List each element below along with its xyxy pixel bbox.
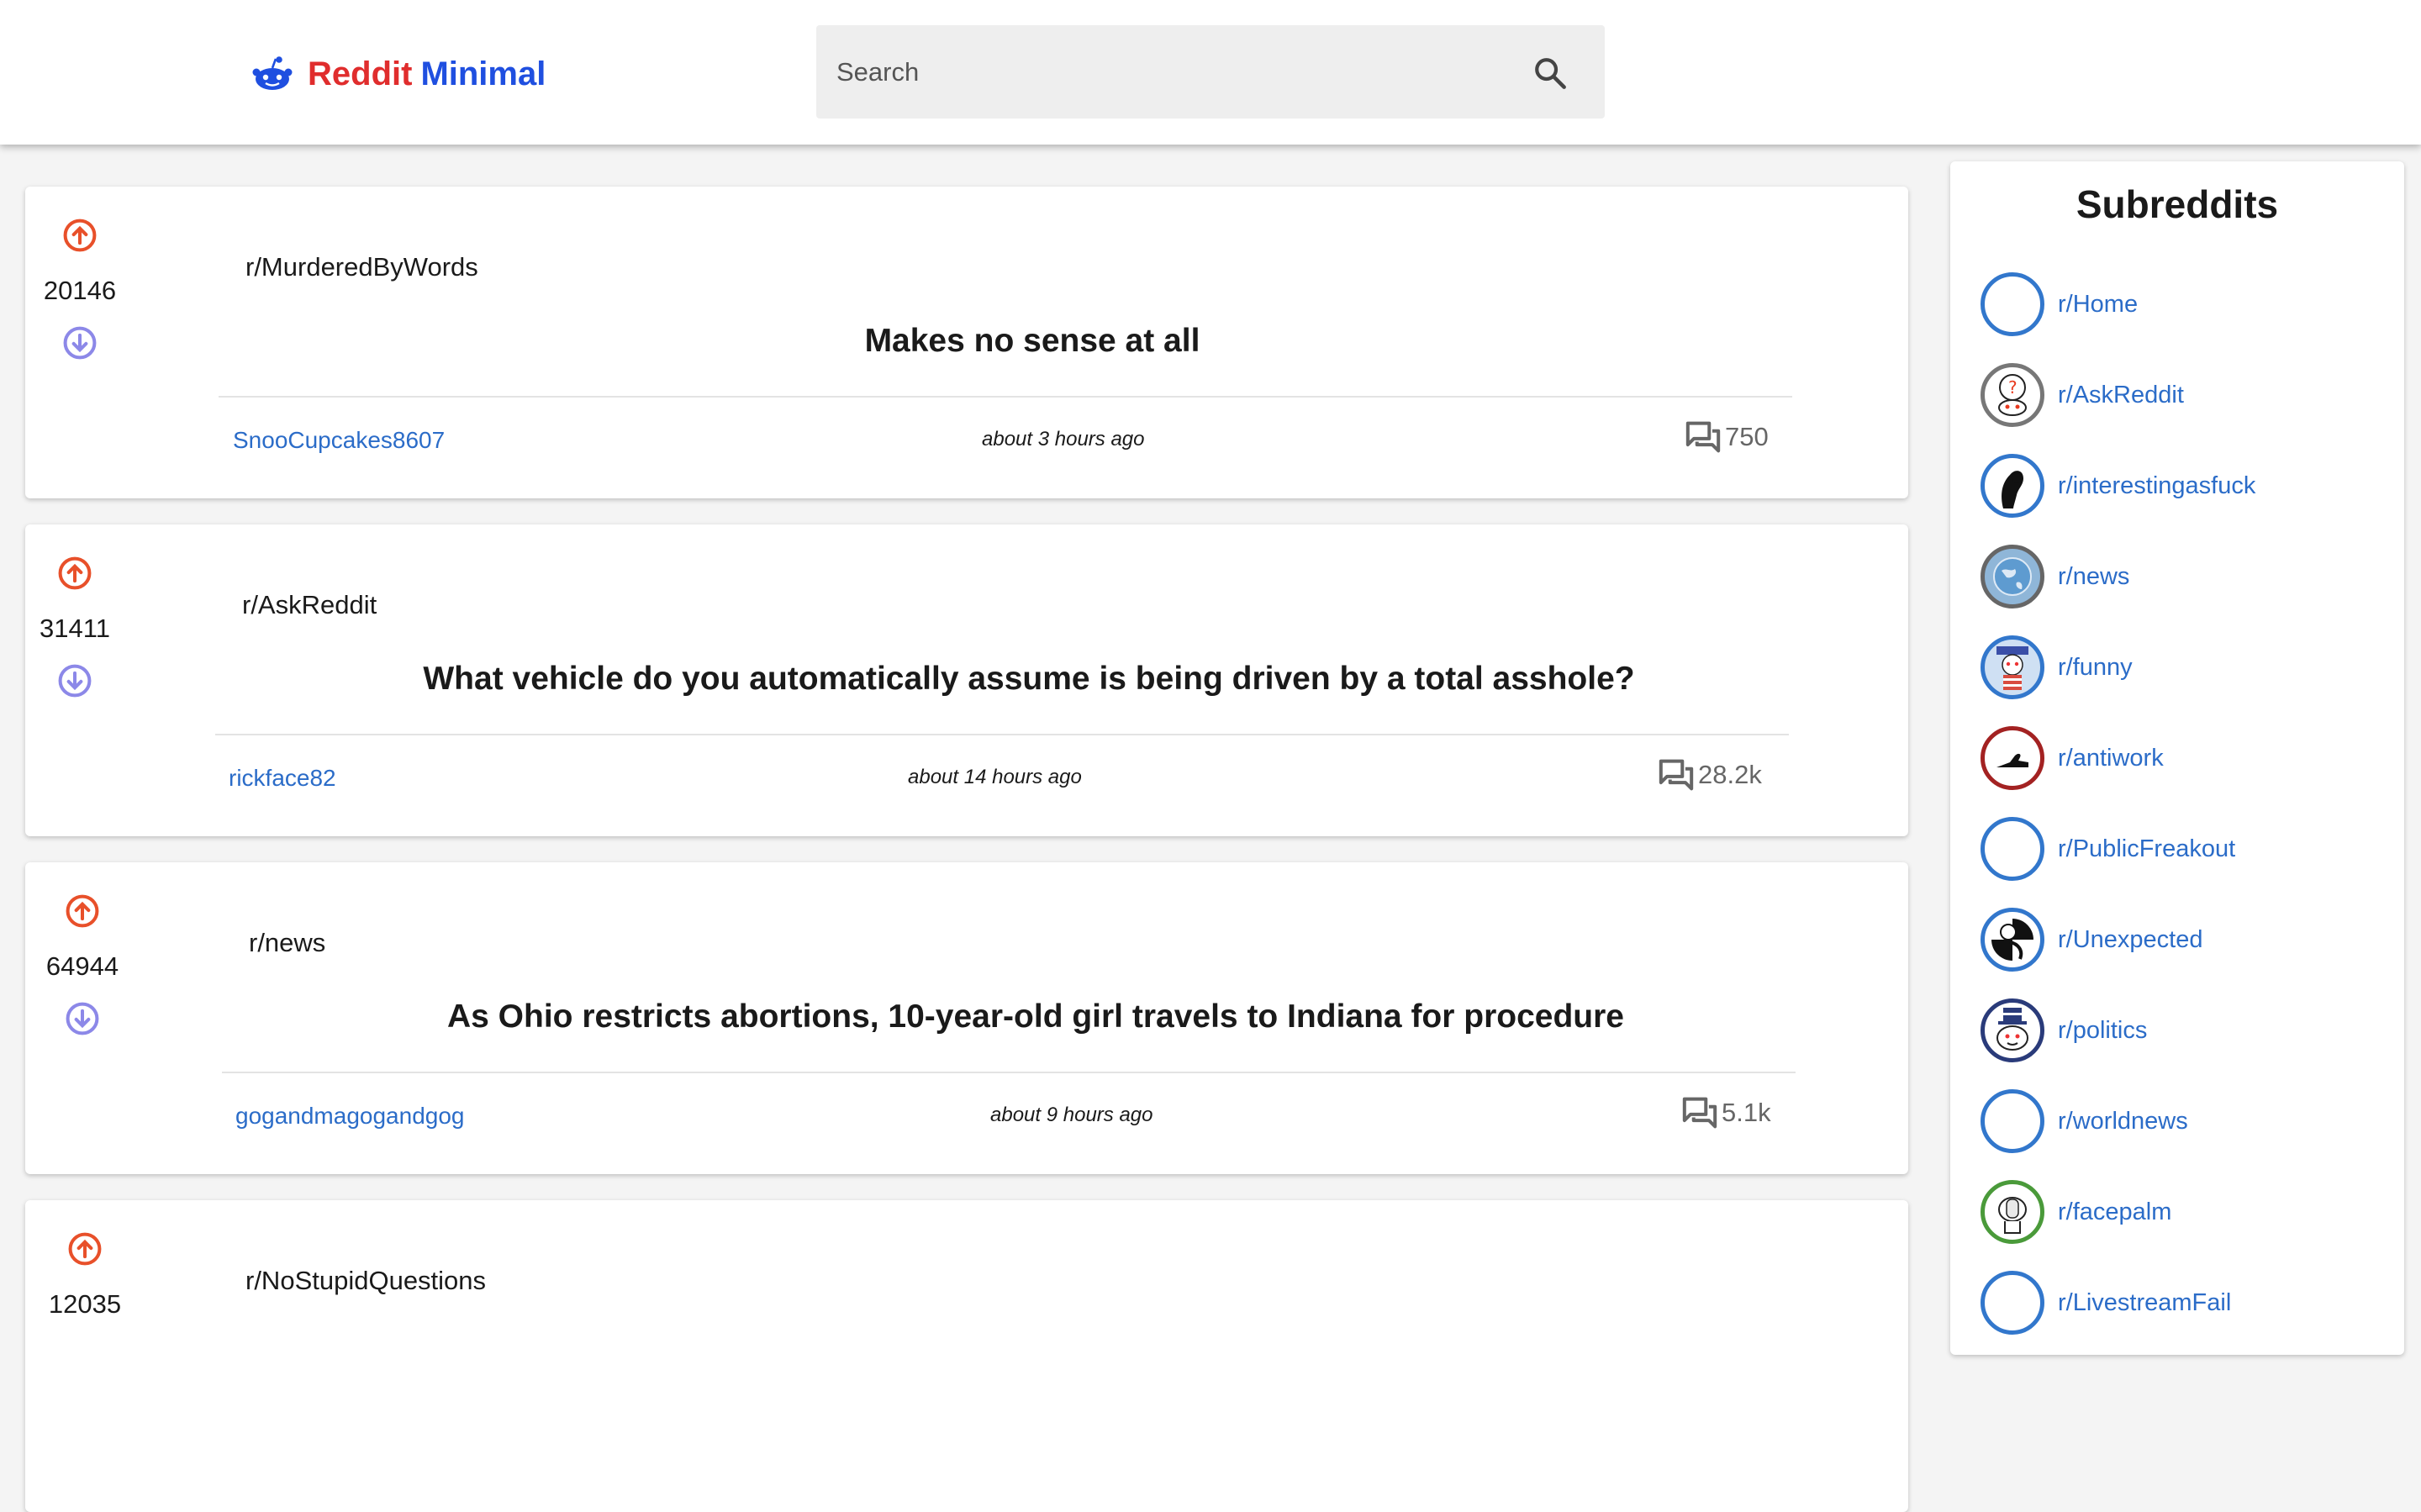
sidebar-item-label: r/facepalm <box>2058 1198 2172 1225</box>
post-title[interactable]: As Ohio restricts abortions, 10-year-old… <box>237 998 1834 1035</box>
post-subreddit[interactable]: r/MurderedByWords <box>245 252 478 282</box>
facepalm-avatar-icon <box>1981 1180 2044 1244</box>
post-divider <box>219 396 1792 398</box>
vote-panel: 12035 <box>30 1230 140 1338</box>
comment-count: 750 <box>1725 422 1769 451</box>
unexpected-avatar-icon <box>1981 908 2044 972</box>
news-globe-avatar-icon <box>1981 545 2044 608</box>
sidebar-item-facepalm[interactable]: r/facepalm <box>1981 1180 2171 1244</box>
sidebar-item-antiwork[interactable]: r/antiwork <box>1981 726 2164 790</box>
vote-count: 64944 <box>45 951 119 981</box>
post-card[interactable]: 31411 r/AskReddit What vehicle do you au… <box>25 524 1908 836</box>
brand-logo[interactable]: Reddit Minimal <box>252 50 546 97</box>
comments-button[interactable]: 750 <box>1685 420 1769 454</box>
sidebar-item-label: r/antiwork <box>2058 744 2164 772</box>
sidebar-item-funny[interactable]: r/funny <box>1981 635 2133 699</box>
sidebar-item-publicfreakout[interactable]: r/PublicFreakout <box>1981 817 2235 881</box>
empty-avatar-icon <box>1981 1089 2044 1153</box>
upvote-icon[interactable] <box>64 893 101 930</box>
vote-count: 20146 <box>43 276 117 305</box>
vote-panel: 64944 <box>28 893 137 1037</box>
post-author[interactable]: rickface82 <box>229 765 336 792</box>
reddit-alien-icon <box>252 56 293 90</box>
sidebar-item-label: r/worldnews <box>2058 1107 2188 1135</box>
comments-icon <box>1659 759 1694 791</box>
sidebar-item-label: r/politics <box>2058 1016 2148 1044</box>
top-header: Reddit Minimal <box>0 0 2421 145</box>
comments-button[interactable]: 28.2k <box>1658 758 1762 792</box>
post-card[interactable]: 64944 r/news As Ohio restricts abortions… <box>25 862 1908 1174</box>
upvote-icon[interactable] <box>66 1230 103 1267</box>
post-divider <box>215 734 1789 735</box>
comments-icon <box>1685 421 1721 453</box>
post-time: about 3 hours ago <box>982 428 1145 450</box>
upvote-icon[interactable] <box>56 555 93 592</box>
sidebar-item-interestingasfuck[interactable]: r/interestingasfuck <box>1981 454 2255 518</box>
comments-button[interactable]: 5.1k <box>1681 1096 1771 1130</box>
sidebar-item-label: r/Home <box>2058 290 2139 318</box>
sidebar-item-label: r/Unexpected <box>2058 925 2203 953</box>
post-author[interactable]: gogandmagogandgog <box>235 1103 464 1130</box>
sidebar-item-label: r/news <box>2058 562 2130 590</box>
post-card[interactable]: 20146 r/MurderedByWords Makes no sense a… <box>25 187 1908 498</box>
askreddit-avatar-icon: ? <box>1981 363 2044 427</box>
post-subreddit[interactable]: r/AskReddit <box>242 590 377 620</box>
sidebar-item-label: r/interestingasfuck <box>2058 472 2256 499</box>
interestingasfuck-avatar-icon <box>1981 454 2044 518</box>
subreddits-sidebar: Subreddits r/Home ? r/AskReddit r/intere… <box>1950 161 2404 1355</box>
svg-text:?: ? <box>2008 377 2018 398</box>
post-title[interactable]: What vehicle do you automatically assume… <box>230 661 1828 698</box>
downvote-icon[interactable] <box>61 324 98 361</box>
sidebar-item-livestreamfail[interactable]: r/LivestreamFail <box>1981 1271 2231 1335</box>
sidebar-item-news[interactable]: r/news <box>1981 545 2129 608</box>
post-author[interactable]: SnooCupcakes8607 <box>233 427 445 454</box>
sidebar-item-politics[interactable]: r/politics <box>1981 998 2147 1062</box>
comment-count: 5.1k <box>1722 1098 1771 1127</box>
vote-count: 12035 <box>48 1289 122 1319</box>
vote-panel: 31411 <box>20 555 129 699</box>
post-divider <box>222 1072 1796 1073</box>
post-time: about 14 hours ago <box>908 766 1082 788</box>
sidebar-item-unexpected[interactable]: r/Unexpected <box>1981 908 2203 972</box>
antiwork-avatar-icon <box>1981 726 2044 790</box>
upvote-icon[interactable] <box>61 217 98 254</box>
empty-avatar-icon <box>1981 272 2044 336</box>
downvote-icon[interactable] <box>64 1000 101 1037</box>
post-card[interactable]: 12035 r/NoStupidQuestions <box>25 1200 1908 1512</box>
brand-name-reddit: Reddit <box>308 55 413 92</box>
vote-count: 31411 <box>40 614 110 643</box>
comments-icon <box>1682 1097 1717 1129</box>
search-input[interactable] <box>816 25 1506 119</box>
sidebar-item-label: r/LivestreamFail <box>2058 1288 2232 1316</box>
funny-avatar-icon <box>1981 635 2044 699</box>
sidebar-title: Subreddits <box>2076 182 2279 226</box>
empty-avatar-icon <box>1981 1271 2044 1335</box>
sidebar-item-askreddit[interactable]: ? r/AskReddit <box>1981 363 2184 427</box>
post-title[interactable]: Makes no sense at all <box>234 323 1831 360</box>
search-bar <box>816 25 1605 119</box>
sidebar-item-label: r/PublicFreakout <box>2058 835 2236 862</box>
post-subreddit[interactable]: r/news <box>249 928 325 958</box>
sidebar-item-home[interactable]: r/Home <box>1981 272 2138 336</box>
vote-panel: 20146 <box>25 217 134 361</box>
comment-count: 28.2k <box>1698 760 1762 789</box>
brand-name-minimal: Minimal <box>420 55 546 92</box>
downvote-icon[interactable] <box>56 662 93 699</box>
sidebar-item-label: r/AskReddit <box>2058 381 2184 408</box>
empty-avatar-icon <box>1981 817 2044 881</box>
sidebar-item-label: r/funny <box>2058 653 2133 681</box>
post-subreddit[interactable]: r/NoStupidQuestions <box>245 1266 486 1296</box>
search-icon[interactable] <box>1532 55 1568 91</box>
politics-avatar-icon <box>1981 998 2044 1062</box>
post-time: about 9 hours ago <box>990 1104 1153 1126</box>
sidebar-item-worldnews[interactable]: r/worldnews <box>1981 1089 2188 1153</box>
